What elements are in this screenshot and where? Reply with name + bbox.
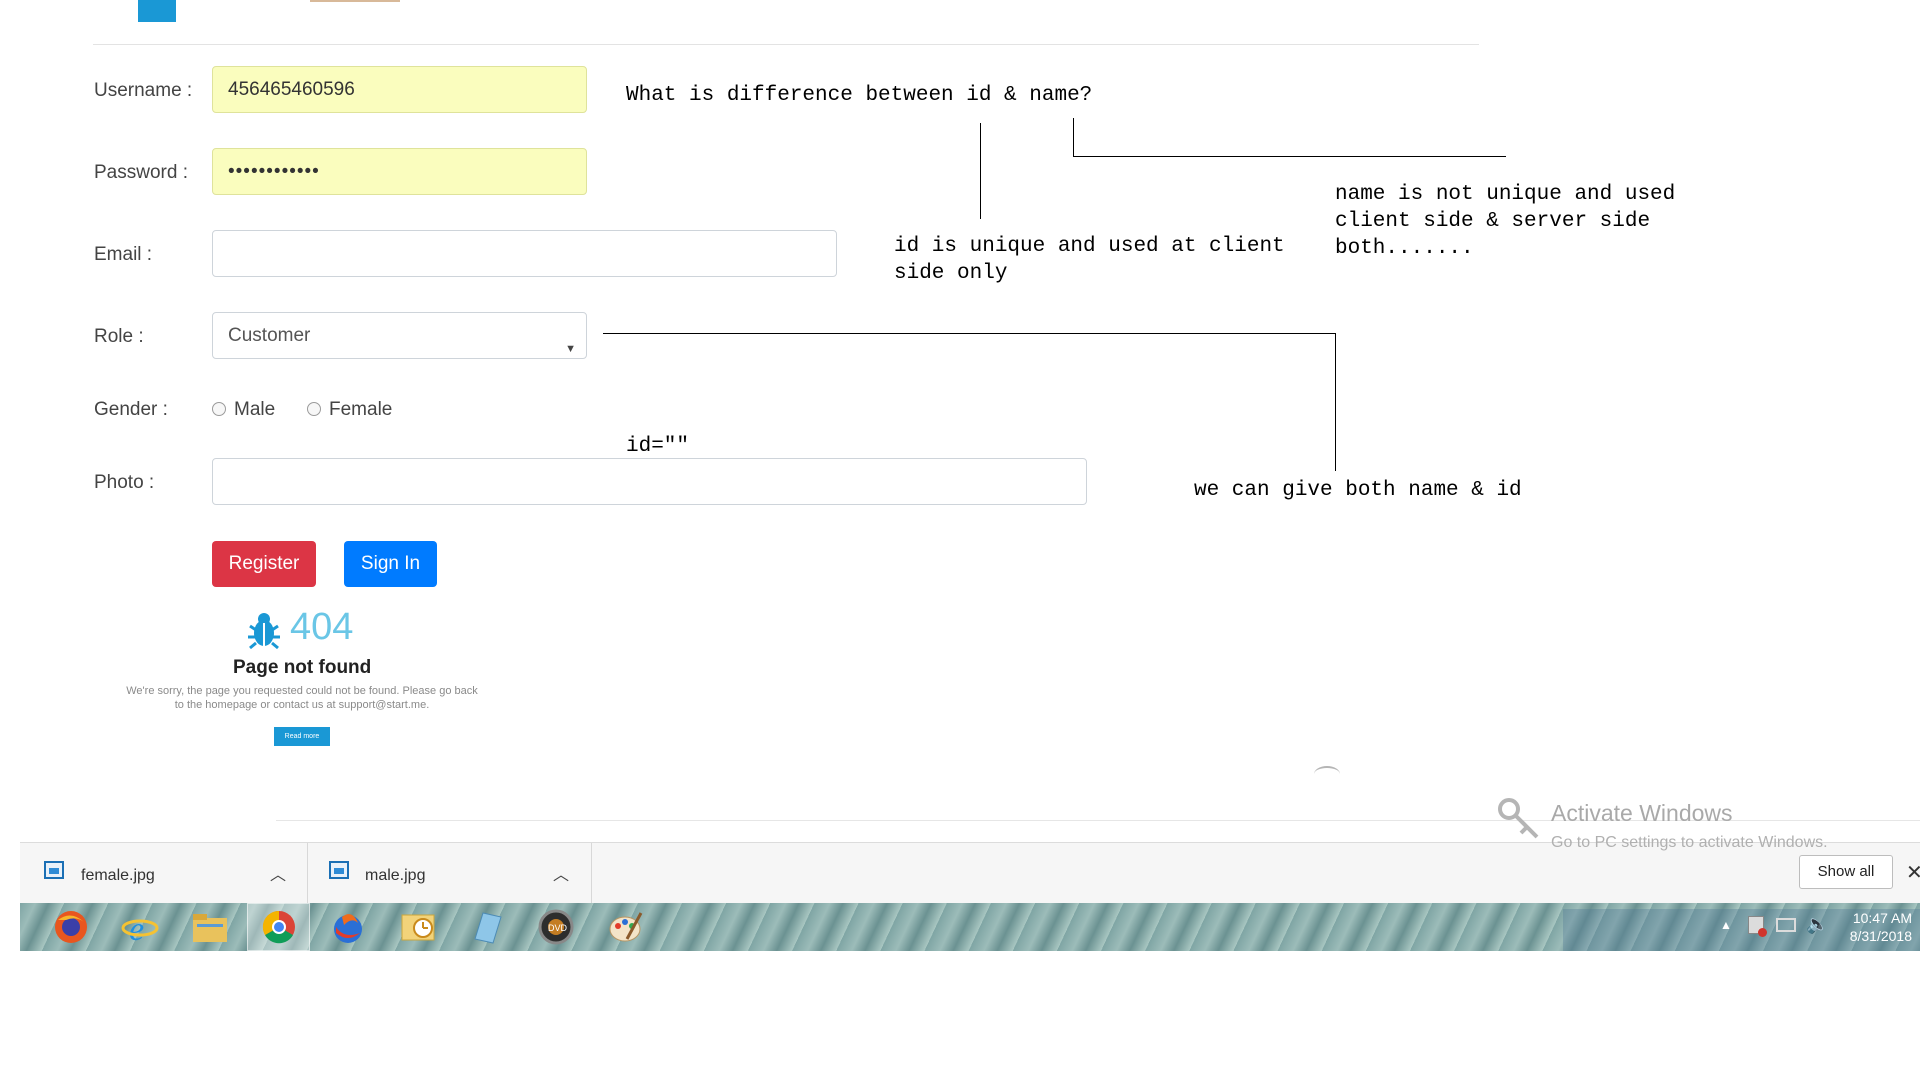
download-item-female[interactable]: female.jpg ︿ bbox=[20, 843, 308, 904]
header-divider bbox=[93, 44, 1479, 45]
clock-date: 8/31/2018 bbox=[1849, 928, 1912, 944]
activate-windows-subtitle: Go to PC settings to activate Windows. bbox=[1551, 834, 1828, 851]
bug-icon bbox=[244, 610, 284, 650]
chrome-icon[interactable] bbox=[247, 903, 310, 951]
error-message-line-2: to the homepage or contact us at support… bbox=[174, 699, 430, 711]
download-item-male[interactable]: male.jpg ︿ bbox=[307, 843, 592, 904]
annotation-line-both-horizontal bbox=[603, 333, 1336, 334]
activate-windows-title: Activate Windows bbox=[1551, 800, 1733, 826]
gender-female-label[interactable]: Female bbox=[329, 399, 392, 421]
outlook-icon[interactable] bbox=[386, 903, 449, 951]
password-label: Password : bbox=[94, 162, 188, 183]
action-center-flag-icon[interactable] bbox=[1748, 916, 1767, 937]
show-all-button[interactable]: Show all bbox=[1799, 855, 1893, 889]
error-message: We're sorry, the page you requested coul… bbox=[100, 684, 504, 712]
role-select[interactable]: Customer ▼ bbox=[212, 312, 587, 359]
clock-time: 10:47 AM bbox=[1852, 910, 1912, 926]
firefox-icon[interactable] bbox=[39, 903, 102, 951]
read-more-button[interactable]: Read more bbox=[274, 727, 330, 746]
annotation-line-both-vertical bbox=[1335, 333, 1336, 471]
key-icon bbox=[1497, 797, 1541, 841]
email-input[interactable] bbox=[212, 230, 837, 277]
annotation-id-text: id is unique and used at client side onl… bbox=[894, 235, 1285, 285]
gender-female-radio[interactable] bbox=[307, 402, 321, 416]
gender-male-radio[interactable] bbox=[212, 402, 226, 416]
email-label: Email : bbox=[94, 244, 153, 265]
error-title: Page not found bbox=[233, 657, 372, 678]
password-input[interactable]: •••••••••••• bbox=[212, 148, 587, 195]
internet-explorer-icon[interactable]: e bbox=[108, 903, 171, 951]
annotation-line-id bbox=[980, 123, 981, 219]
network-icon[interactable] bbox=[1776, 918, 1796, 932]
annotation-name-text: name is not unique and used client side … bbox=[1335, 183, 1676, 260]
clock[interactable]: 10:47 AM 8/31/2018 bbox=[1820, 909, 1912, 945]
annotation-both-text: we can give both name & id bbox=[1194, 479, 1522, 502]
username-input[interactable]: 456465460596 bbox=[212, 66, 587, 113]
gender-label: Gender : bbox=[94, 399, 168, 420]
error-message-line-1: We're sorry, the page you requested coul… bbox=[126, 685, 478, 697]
chevron-up-icon[interactable]: ︿ bbox=[270, 861, 286, 885]
download-filename: male.jpg bbox=[365, 867, 426, 884]
file-explorer-icon[interactable] bbox=[178, 903, 241, 951]
chevron-down-icon: ▼ bbox=[565, 343, 576, 355]
role-selected-value: Customer bbox=[228, 325, 311, 346]
show-hidden-icons-icon[interactable]: ▲ bbox=[1720, 918, 1732, 932]
error-code: 404 bbox=[290, 606, 354, 648]
photo-label: Photo : bbox=[94, 472, 155, 493]
site-logo[interactable] bbox=[138, 0, 176, 22]
paint-icon[interactable] bbox=[594, 903, 657, 951]
loading-spinner-icon bbox=[1314, 766, 1340, 782]
annotation-question: What is difference between id & name? bbox=[626, 84, 1093, 107]
chevron-up-icon[interactable]: ︿ bbox=[553, 861, 569, 885]
notes-icon[interactable] bbox=[455, 903, 518, 951]
browser-icon[interactable] bbox=[316, 903, 379, 951]
annotation-id-attr: id="" bbox=[626, 435, 690, 458]
image-file-icon bbox=[329, 861, 349, 879]
download-filename: female.jpg bbox=[81, 867, 155, 884]
sign-in-button[interactable]: Sign In bbox=[344, 541, 437, 587]
svg-text:DVD: DVD bbox=[548, 923, 568, 933]
media-player-icon[interactable]: DVD bbox=[524, 903, 587, 951]
image-file-icon bbox=[44, 861, 64, 879]
role-label: Role : bbox=[94, 326, 144, 347]
register-button[interactable]: Register bbox=[212, 541, 316, 587]
svg-text:e: e bbox=[129, 911, 144, 946]
annotation-line-name-vertical bbox=[1073, 118, 1074, 156]
photo-input[interactable] bbox=[212, 458, 1087, 505]
header-decoration bbox=[310, 0, 400, 2]
username-label: Username : bbox=[94, 80, 193, 101]
close-icon[interactable]: ✕ bbox=[1906, 860, 1920, 885]
gender-male-label[interactable]: Male bbox=[234, 399, 275, 421]
annotation-line-name-horizontal bbox=[1073, 156, 1506, 157]
